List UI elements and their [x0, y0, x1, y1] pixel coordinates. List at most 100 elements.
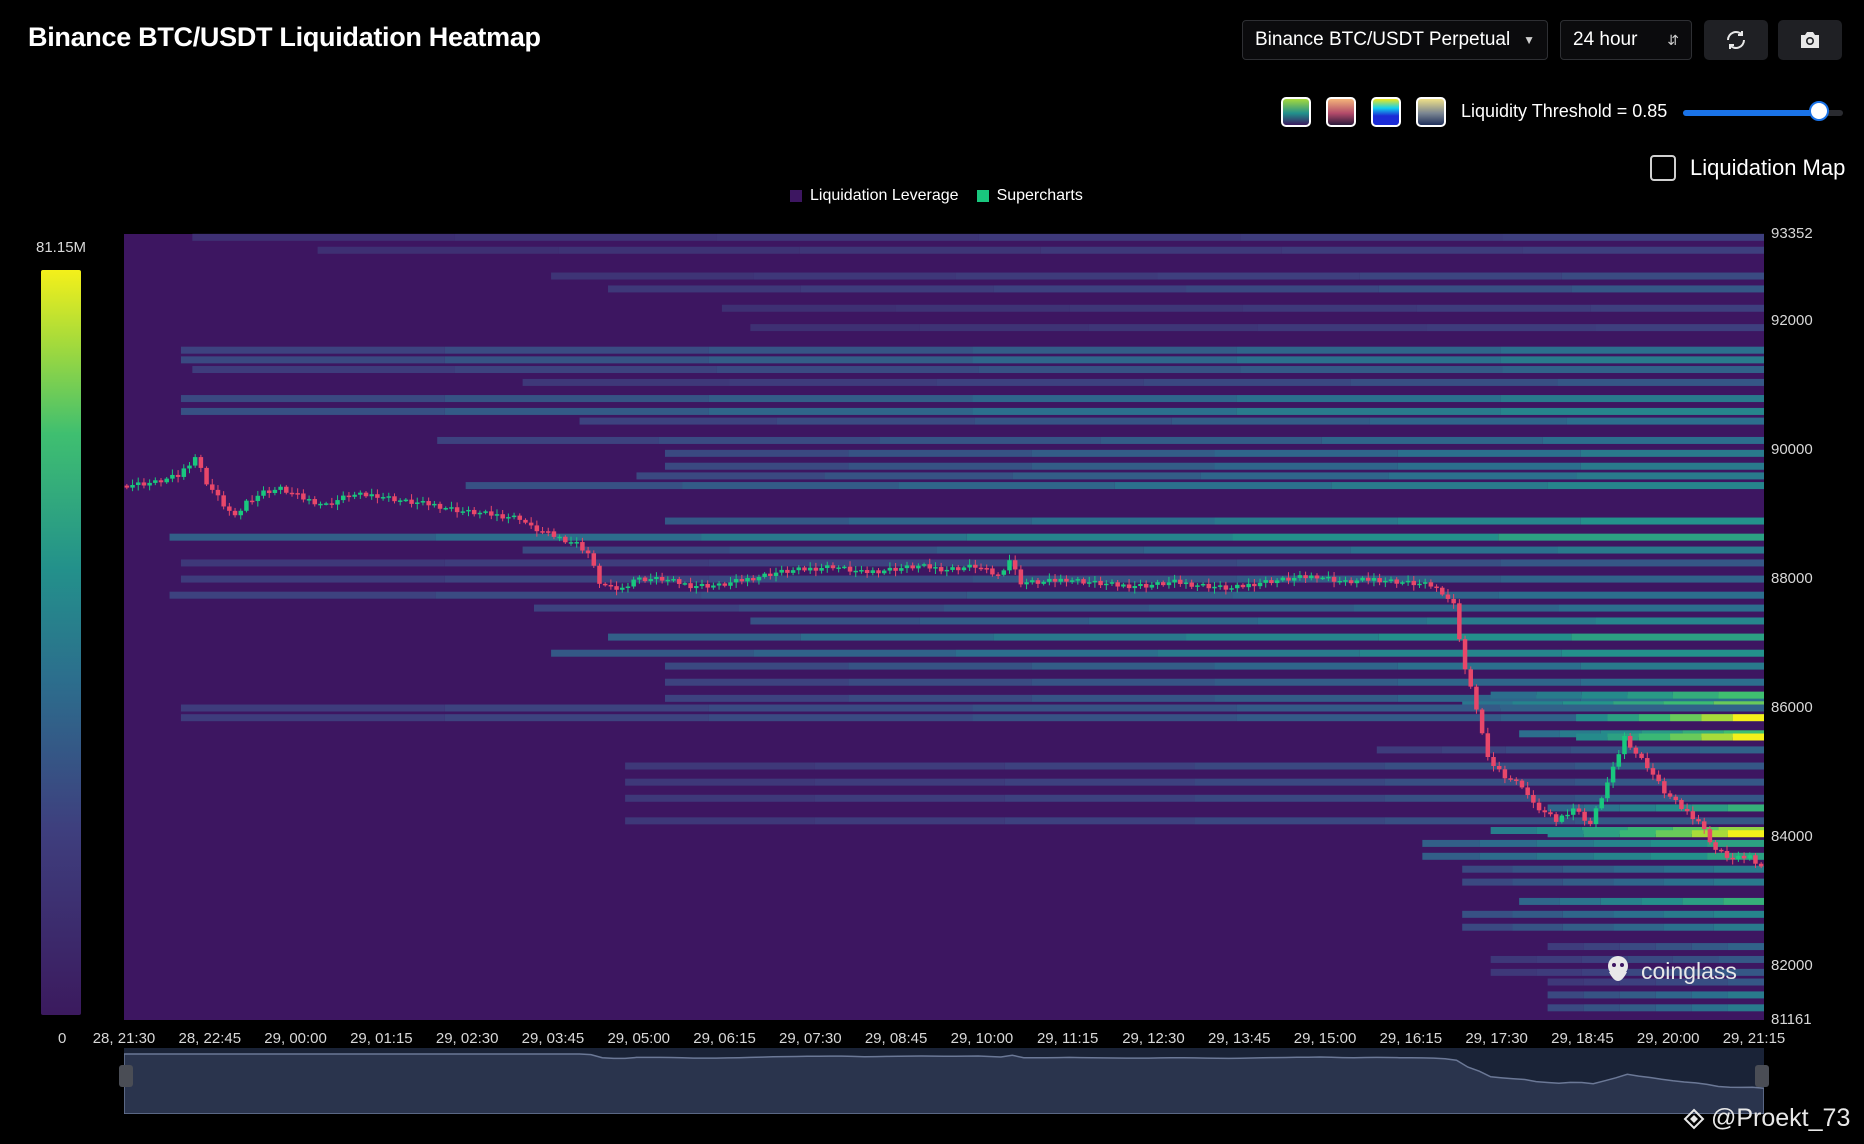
candle-body: [1160, 582, 1166, 586]
range-select-value: 24 hour: [1573, 29, 1638, 50]
candle-body: [642, 577, 648, 582]
range-navigator[interactable]: [123, 1048, 1765, 1115]
navigator-left-handle[interactable]: [119, 1065, 133, 1087]
liquidation-band: [966, 591, 1233, 599]
candle-body: [1155, 582, 1160, 585]
palette-cividis-button[interactable]: [1416, 97, 1446, 127]
threshold-slider-knob[interactable]: [1809, 101, 1829, 121]
liquidation-band: [534, 604, 739, 612]
liquidation-band: [1004, 778, 1195, 786]
liquidation-band: [1576, 714, 1608, 722]
candle-body: [944, 569, 950, 572]
liquidation-band: [1502, 233, 1764, 241]
liquidation-band: [664, 662, 849, 670]
legend-item-liquidation-leverage[interactable]: Liquidation Leverage: [790, 187, 959, 205]
candle-body: [1098, 580, 1103, 586]
candle-body: [1462, 639, 1468, 670]
liquidation-band: [1490, 968, 1537, 976]
liquidation-band: [454, 233, 717, 241]
liquidation-band: [993, 633, 1187, 641]
liquidation-band: [799, 246, 1041, 254]
candle-body: [927, 564, 933, 569]
liquidation-band: [1619, 830, 1656, 838]
liquidation-band: [444, 704, 709, 712]
liquidation-band: [1031, 517, 1215, 525]
liquidation-band: [1682, 897, 1724, 905]
candle-body: [244, 500, 249, 511]
liquidation-band: [1701, 733, 1733, 741]
liquidation-band: [1500, 395, 1764, 403]
candle-body: [597, 565, 602, 584]
liquidation-band: [1462, 701, 1513, 709]
liquidation-band: [1384, 762, 1575, 770]
candle-body: [682, 583, 688, 585]
candle-body: [990, 568, 995, 575]
candle-body: [1400, 582, 1405, 584]
candle-body: [528, 522, 534, 526]
liquidation-band: [1519, 730, 1560, 738]
candle-body: [1269, 580, 1274, 584]
palette-magma-button[interactable]: [1326, 97, 1356, 127]
palette-jet-button[interactable]: [1371, 97, 1401, 127]
candle-body: [215, 489, 221, 496]
liquidation-band: [1691, 943, 1728, 951]
candle-body: [836, 567, 841, 569]
liquidation-band: [729, 378, 937, 386]
legend-item-supercharts[interactable]: Supercharts: [976, 187, 1083, 205]
candle-body: [369, 494, 374, 497]
liquidation-band: [1655, 804, 1692, 812]
navigator-right-handle[interactable]: [1755, 1065, 1769, 1087]
liquidation-band: [1462, 865, 1513, 873]
candle-body: [1593, 808, 1599, 825]
screenshot-button[interactable]: [1778, 20, 1842, 60]
liquidation-band: [192, 366, 455, 374]
liquidation-band: [1536, 955, 1582, 963]
y-tick-label: 82000: [1771, 956, 1813, 974]
liquidation-band: [1663, 923, 1714, 931]
candle-body: [1206, 583, 1212, 589]
refresh-icon: [1727, 31, 1745, 49]
liquidation-band: [1088, 324, 1258, 332]
liquidation-band: [1441, 746, 1506, 754]
liquidation-band: [1732, 733, 1764, 741]
liquidation-band: [444, 575, 709, 583]
liquidation-band: [444, 356, 709, 364]
palette-viridis-button[interactable]: [1281, 97, 1311, 127]
candle-body: [1411, 580, 1417, 586]
liquidation-band: [1240, 233, 1503, 241]
candle-body: [694, 586, 699, 589]
liquidation-band: [1547, 978, 1584, 986]
candle-body: [1588, 820, 1593, 825]
liquidation-band: [1422, 852, 1480, 860]
liquidation-band: [1512, 910, 1563, 918]
liquidation-band: [1536, 839, 1594, 847]
liquidation-band: [169, 591, 436, 599]
liquidation-band: [664, 678, 849, 686]
candle-body: [859, 570, 864, 572]
liquidation-band: [682, 482, 899, 490]
liquidation-band: [1143, 378, 1351, 386]
range-select[interactable]: 24 hour ⇵: [1560, 20, 1692, 60]
candle-body: [847, 566, 853, 572]
liquidation-band: [664, 694, 849, 702]
x-tick-label: 29, 03:45: [521, 1030, 585, 1047]
liquidation-band: [608, 633, 801, 641]
heatmap-chart[interactable]: [0, 0, 1864, 1144]
liquidation-band: [1707, 839, 1764, 847]
x-tick-label: 29, 05:00: [607, 1030, 671, 1047]
x-tick-label: 28, 22:45: [178, 1030, 242, 1047]
liquidation-band: [1236, 575, 1501, 583]
liquidation-band: [1031, 449, 1215, 457]
threshold-slider[interactable]: [1683, 101, 1843, 121]
refresh-button[interactable]: [1704, 20, 1768, 60]
liquidation-band: [1574, 762, 1764, 770]
candle-body: [1656, 774, 1661, 782]
exchange-select[interactable]: Binance BTC/USDT Perpetual ▼: [1242, 20, 1548, 60]
candle-body: [1252, 583, 1257, 587]
liquidation-band: [848, 449, 1032, 457]
liquidation-map-checkbox[interactable]: [1650, 155, 1676, 181]
candle-body: [1650, 768, 1656, 775]
candle-body: [796, 567, 802, 571]
candle-body: [1451, 598, 1456, 604]
candle-body: [933, 567, 938, 569]
